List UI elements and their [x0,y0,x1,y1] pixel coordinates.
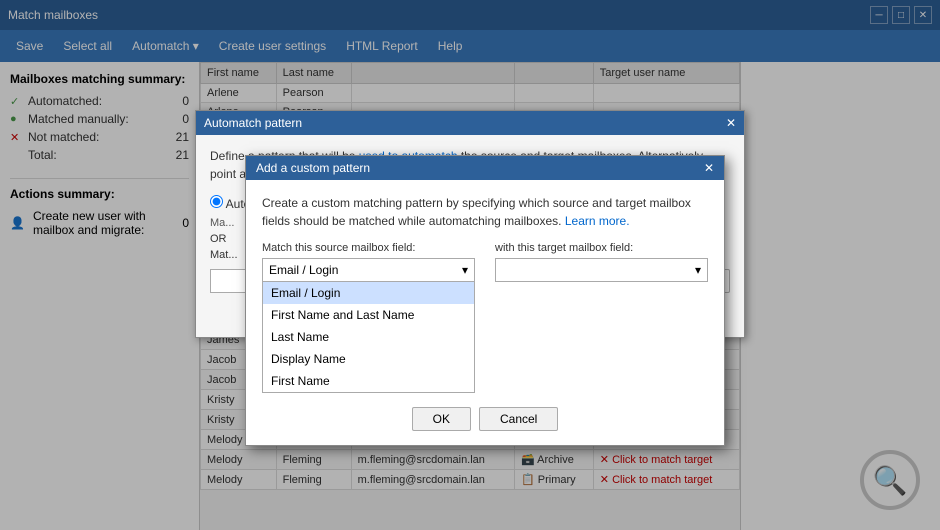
target-field-group: with this target mailbox field: ▾ [495,242,708,393]
custom-pattern-description: Create a custom matching pattern by spec… [262,194,708,230]
chevron-down-icon: ▾ [462,263,468,277]
custom-pattern-cancel-button[interactable]: Cancel [479,407,558,431]
source-option-email[interactable]: Email / Login [263,282,474,304]
custom-pattern-title: Add a custom pattern [256,161,370,175]
custom-pattern-buttons: OK Cancel [262,407,708,431]
source-field-group: Match this source mailbox field: Email /… [262,242,475,393]
automatch-radio-auto[interactable] [210,195,223,208]
automatch-titlebar: Automatch pattern ✕ [196,111,744,135]
source-option-display-name[interactable]: Display Name [263,348,474,370]
source-field-label: Match this source mailbox field: [262,242,475,254]
custom-pattern-content: Create a custom matching pattern by spec… [246,180,724,445]
custom-pattern-ok-button[interactable]: OK [412,407,471,431]
source-dropdown-button[interactable]: Email / Login ▾ [262,258,475,282]
learn-more-link[interactable]: Learn more. [565,214,630,228]
source-option-firstname[interactable]: First Name [263,370,474,392]
custom-pattern-titlebar: Add a custom pattern ✕ [246,156,724,180]
automatch-title: Automatch pattern [204,116,302,130]
source-dropdown-list: Email / Login First Name and Last Name L… [262,281,475,393]
source-option-firstname-lastname[interactable]: First Name and Last Name [263,304,474,326]
custom-pattern-close-button[interactable]: ✕ [704,161,714,175]
target-field-label: with this target mailbox field: [495,242,708,254]
source-option-lastname[interactable]: Last Name [263,326,474,348]
automatch-close-button[interactable]: ✕ [726,116,736,130]
dialog-custom-pattern: Add a custom pattern ✕ Create a custom m… [245,155,725,446]
chevron-down-icon-target: ▾ [695,263,701,277]
source-dropdown-value: Email / Login [269,263,338,277]
target-dropdown-button[interactable]: ▾ [495,258,708,282]
fields-row: Match this source mailbox field: Email /… [262,242,708,393]
